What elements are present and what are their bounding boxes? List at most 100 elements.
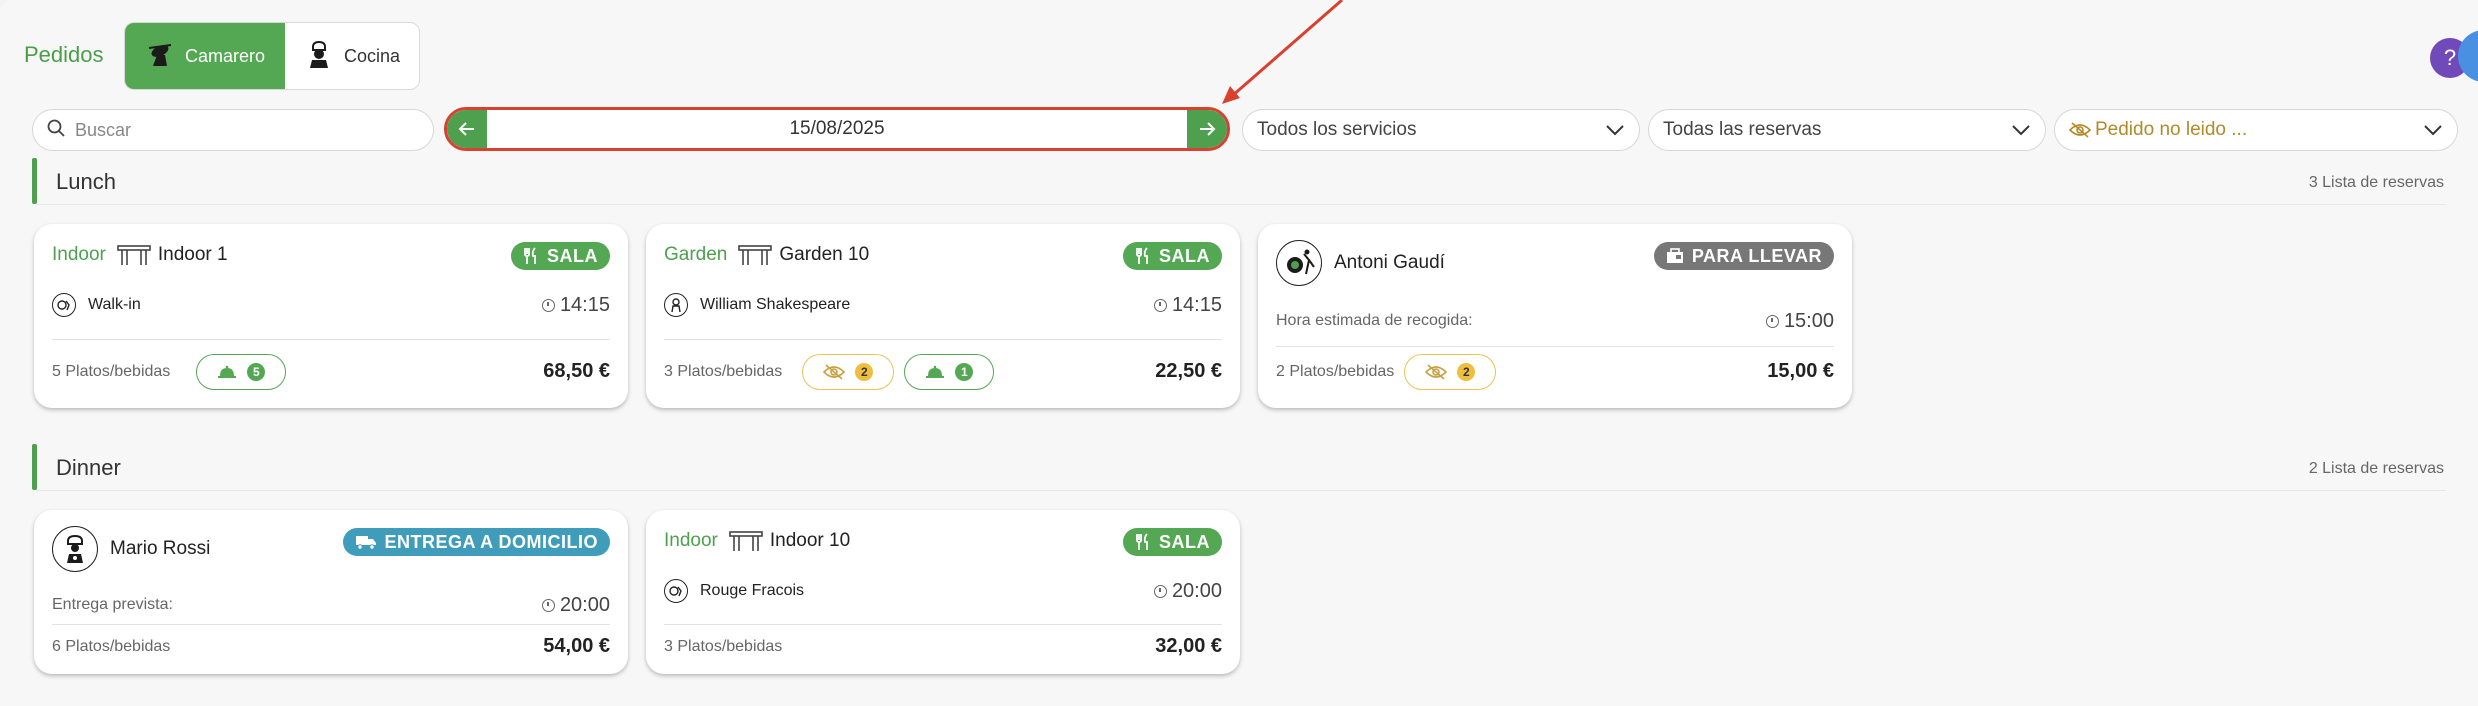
unread-pill[interactable]: 2 xyxy=(802,354,895,390)
page-title: Pedidos xyxy=(24,42,104,67)
items-count: 5 Platos/bebidas xyxy=(52,363,171,380)
order-time-value: 20:00 xyxy=(1171,580,1222,602)
service-badge: SALA xyxy=(1123,242,1222,270)
utensils-icon xyxy=(524,247,536,264)
order-total: 54,00 € xyxy=(543,635,610,657)
card-location: Indoor xyxy=(664,530,718,551)
order-time: 14:15 xyxy=(1153,294,1222,317)
order-card[interactable]: Mario Rossi ENTREGA A DOMICILIO Entrega … xyxy=(34,510,628,674)
card-divider xyxy=(52,339,610,340)
card-footer: 3 Platos/bebidas 2 1 xyxy=(664,352,1222,392)
guest-row: William Shakespeare xyxy=(664,290,1222,320)
service-badge-label: SALA xyxy=(547,245,598,266)
search-field[interactable] xyxy=(32,109,434,151)
card-footer: 2 Platos/bebidas 2 xyxy=(1276,352,1834,392)
served-pill[interactable]: 5 xyxy=(196,354,287,390)
items-count: 6 Platos/bebidas xyxy=(52,638,171,655)
order-time-value: 14:15 xyxy=(1171,294,1222,316)
unread-filter-value: Pedido no leido ... xyxy=(2095,119,2248,140)
order-time: 14:15 xyxy=(541,294,610,317)
mode-kitchen-button[interactable]: Cocina xyxy=(285,23,419,89)
guest-row: Rouge Fracois xyxy=(664,576,1222,606)
order-card[interactable]: Indoor Indoor 10 SALA Rouge Fracois 20:0… xyxy=(646,510,1240,674)
service-badge-label: ENTREGA A DOMICILIO xyxy=(384,531,598,552)
items-count: 2 Platos/bebidas xyxy=(1276,363,1395,380)
unread-count: 2 xyxy=(855,363,874,381)
served-count: 1 xyxy=(955,363,974,381)
section-count-lunch: 3 Lista de reservas xyxy=(2308,174,2444,191)
takeaway-customer-icon xyxy=(1276,240,1322,286)
mode-switch: Camarero Cocina xyxy=(124,22,420,90)
served-count: 5 xyxy=(247,363,266,381)
search-input[interactable] xyxy=(75,119,395,141)
card-divider xyxy=(664,624,1222,625)
section-divider xyxy=(36,204,2446,205)
table-icon xyxy=(729,531,763,551)
order-card[interactable]: Garden Garden 10 SALA William Shakespear… xyxy=(646,224,1240,408)
delivery-customer-icon xyxy=(52,526,98,572)
cloche-icon xyxy=(926,365,945,378)
guest-row: Walk-in xyxy=(52,290,610,320)
served-pill[interactable]: 1 xyxy=(904,354,995,390)
section-divider xyxy=(36,490,2446,491)
order-total: 22,50 € xyxy=(1155,360,1222,382)
chevron-down-icon xyxy=(1606,125,1624,136)
previous-day-button[interactable] xyxy=(447,110,487,148)
person-icon xyxy=(664,293,688,317)
section-accent-bar xyxy=(32,158,37,204)
mode-waiter-label: Camarero xyxy=(184,45,266,66)
unread-pill[interactable]: 2 xyxy=(1404,354,1497,390)
service-badge-label: SALA xyxy=(1159,531,1210,552)
walk-in-icon xyxy=(52,293,76,317)
search-icon xyxy=(47,119,65,142)
order-time: 20:00 xyxy=(1153,580,1222,603)
items-count: 3 Platos/bebidas xyxy=(664,363,783,380)
clock-icon xyxy=(541,299,555,312)
clock-icon xyxy=(1153,585,1167,598)
mode-waiter-button[interactable]: Camarero xyxy=(125,23,285,89)
section-count-dinner: 2 Lista de reservas xyxy=(2308,460,2444,477)
services-select[interactable]: Todos los servicios xyxy=(1242,109,1640,151)
order-card[interactable]: Antoni Gaudí PARA LLEVAR Hora estimada d… xyxy=(1258,224,1852,408)
table-icon xyxy=(738,245,773,265)
card-location: Indoor xyxy=(52,244,106,265)
walk-in-icon xyxy=(664,579,688,603)
pickup-time: 15:00 xyxy=(1765,310,1834,333)
guest-name: William Shakespeare xyxy=(700,296,851,313)
items-count: 3 Platos/bebidas xyxy=(664,638,783,655)
chef-icon xyxy=(304,39,334,74)
service-badge: SALA xyxy=(1123,528,1222,556)
service-badge-label: PARA LLEVAR xyxy=(1691,245,1822,266)
service-badge: PARA LLEVAR xyxy=(1653,242,1834,270)
delivery-row: Entrega prevista: xyxy=(52,590,610,620)
reservations-select-value: Todas las reservas xyxy=(1663,119,1822,140)
delivery-time-value: 20:00 xyxy=(559,594,610,616)
section-title-lunch: Lunch xyxy=(56,169,116,194)
unread-filter-select[interactable]: Pedido no leido ... xyxy=(2054,109,2458,151)
eye-off-icon xyxy=(1425,364,1448,380)
guest-name: Rouge Fracois xyxy=(700,582,805,599)
eye-off-icon xyxy=(823,364,846,380)
section-title-dinner: Dinner xyxy=(56,455,121,480)
unread-count: 2 xyxy=(1457,363,1476,381)
cloche-icon xyxy=(218,365,237,378)
date-display[interactable]: 15/08/2025 xyxy=(487,110,1187,148)
order-total: 15,00 € xyxy=(1767,360,1834,382)
card-table-name: Garden 10 xyxy=(779,244,870,265)
utensils-icon xyxy=(1136,533,1148,550)
delivery-truck-icon xyxy=(355,536,376,550)
service-badge: SALA xyxy=(511,242,610,270)
card-footer: 6 Platos/bebidas xyxy=(52,632,610,662)
order-time-value: 14:15 xyxy=(559,294,610,316)
services-select-value: Todos los servicios xyxy=(1257,119,1417,140)
customer-name: Mario Rossi xyxy=(110,538,211,559)
next-day-button[interactable] xyxy=(1187,110,1227,148)
reservations-select[interactable]: Todas las reservas xyxy=(1648,109,2046,151)
pickup-row: Hora estimada de recogida: xyxy=(1276,306,1834,336)
takeaway-bag-icon xyxy=(1666,248,1683,263)
date-picker: 15/08/2025 xyxy=(444,107,1230,151)
card-divider xyxy=(52,624,610,625)
unread-filter-content: Pedido no leido ... xyxy=(2069,119,2247,141)
card-table-name: Indoor 10 xyxy=(769,530,851,551)
order-card[interactable]: Indoor Indoor 1 SALA Walk-in 14:15 5 Pla… xyxy=(34,224,628,408)
